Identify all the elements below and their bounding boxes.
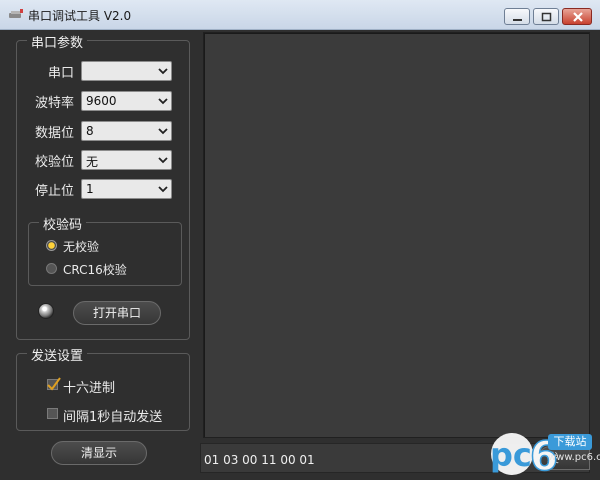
minimize-icon bbox=[513, 19, 522, 21]
maximize-button[interactable] bbox=[533, 8, 559, 25]
port-select[interactable] bbox=[81, 61, 172, 81]
baud-select[interactable]: 9600 bbox=[81, 91, 172, 111]
receive-display-area[interactable] bbox=[203, 32, 590, 438]
radio-no-check[interactable] bbox=[46, 240, 57, 251]
open-port-button[interactable]: 打开串口 bbox=[73, 301, 161, 325]
svg-text:pc: pc bbox=[490, 436, 532, 474]
baud-value: 9600 bbox=[86, 94, 117, 108]
databits-value: 8 bbox=[86, 124, 94, 138]
auto-send-checkbox-label: 间隔1秒自动发送 bbox=[63, 410, 163, 425]
watermark-url: www.pc6.com bbox=[548, 452, 600, 463]
parity-value: 无 bbox=[86, 155, 99, 169]
clear-display-button[interactable]: 清显示 bbox=[51, 441, 147, 465]
auto-send-checkbox[interactable] bbox=[47, 408, 58, 419]
databits-select[interactable]: 8 bbox=[81, 121, 172, 141]
baud-label: 波特率 bbox=[34, 96, 74, 111]
chevron-down-icon bbox=[158, 157, 168, 164]
stopbits-value: 1 bbox=[86, 182, 94, 196]
databits-label: 数据位 bbox=[34, 126, 74, 141]
checkmark-icon bbox=[47, 377, 61, 391]
watermark-badge: 下载站 bbox=[548, 434, 592, 450]
port-label: 串口 bbox=[47, 66, 74, 81]
status-led-icon bbox=[38, 303, 54, 319]
close-icon bbox=[573, 12, 583, 22]
maximize-icon bbox=[541, 12, 552, 22]
app-icon bbox=[9, 9, 23, 18]
parity-select[interactable]: 无 bbox=[81, 150, 172, 170]
chevron-down-icon bbox=[158, 128, 168, 135]
stopbits-select[interactable]: 1 bbox=[81, 179, 172, 199]
stopbits-label: 停止位 bbox=[34, 184, 74, 199]
radio-crc16[interactable] bbox=[46, 263, 57, 274]
hex-checkbox[interactable] bbox=[47, 377, 61, 391]
close-button[interactable] bbox=[562, 8, 592, 25]
window-title: 串口调试工具 V2.0 bbox=[28, 9, 132, 23]
title-bar: 串口调试工具 V2.0 bbox=[0, 0, 600, 30]
parity-label: 校验位 bbox=[34, 155, 74, 170]
send-input-value: 01 03 00 11 00 01 bbox=[204, 453, 315, 467]
chevron-down-icon bbox=[158, 186, 168, 193]
radio-crc16-label: CRC16校验 bbox=[63, 263, 127, 277]
minimize-button[interactable] bbox=[504, 8, 530, 25]
serial-params-title: 串口参数 bbox=[27, 32, 88, 51]
check-code-title: 校验码 bbox=[39, 214, 87, 233]
chevron-down-icon bbox=[158, 98, 168, 105]
hex-checkbox-label: 十六进制 bbox=[63, 381, 116, 396]
radio-no-check-label: 无校验 bbox=[63, 240, 100, 254]
chevron-down-icon bbox=[158, 68, 168, 75]
send-settings-title: 发送设置 bbox=[27, 345, 88, 364]
